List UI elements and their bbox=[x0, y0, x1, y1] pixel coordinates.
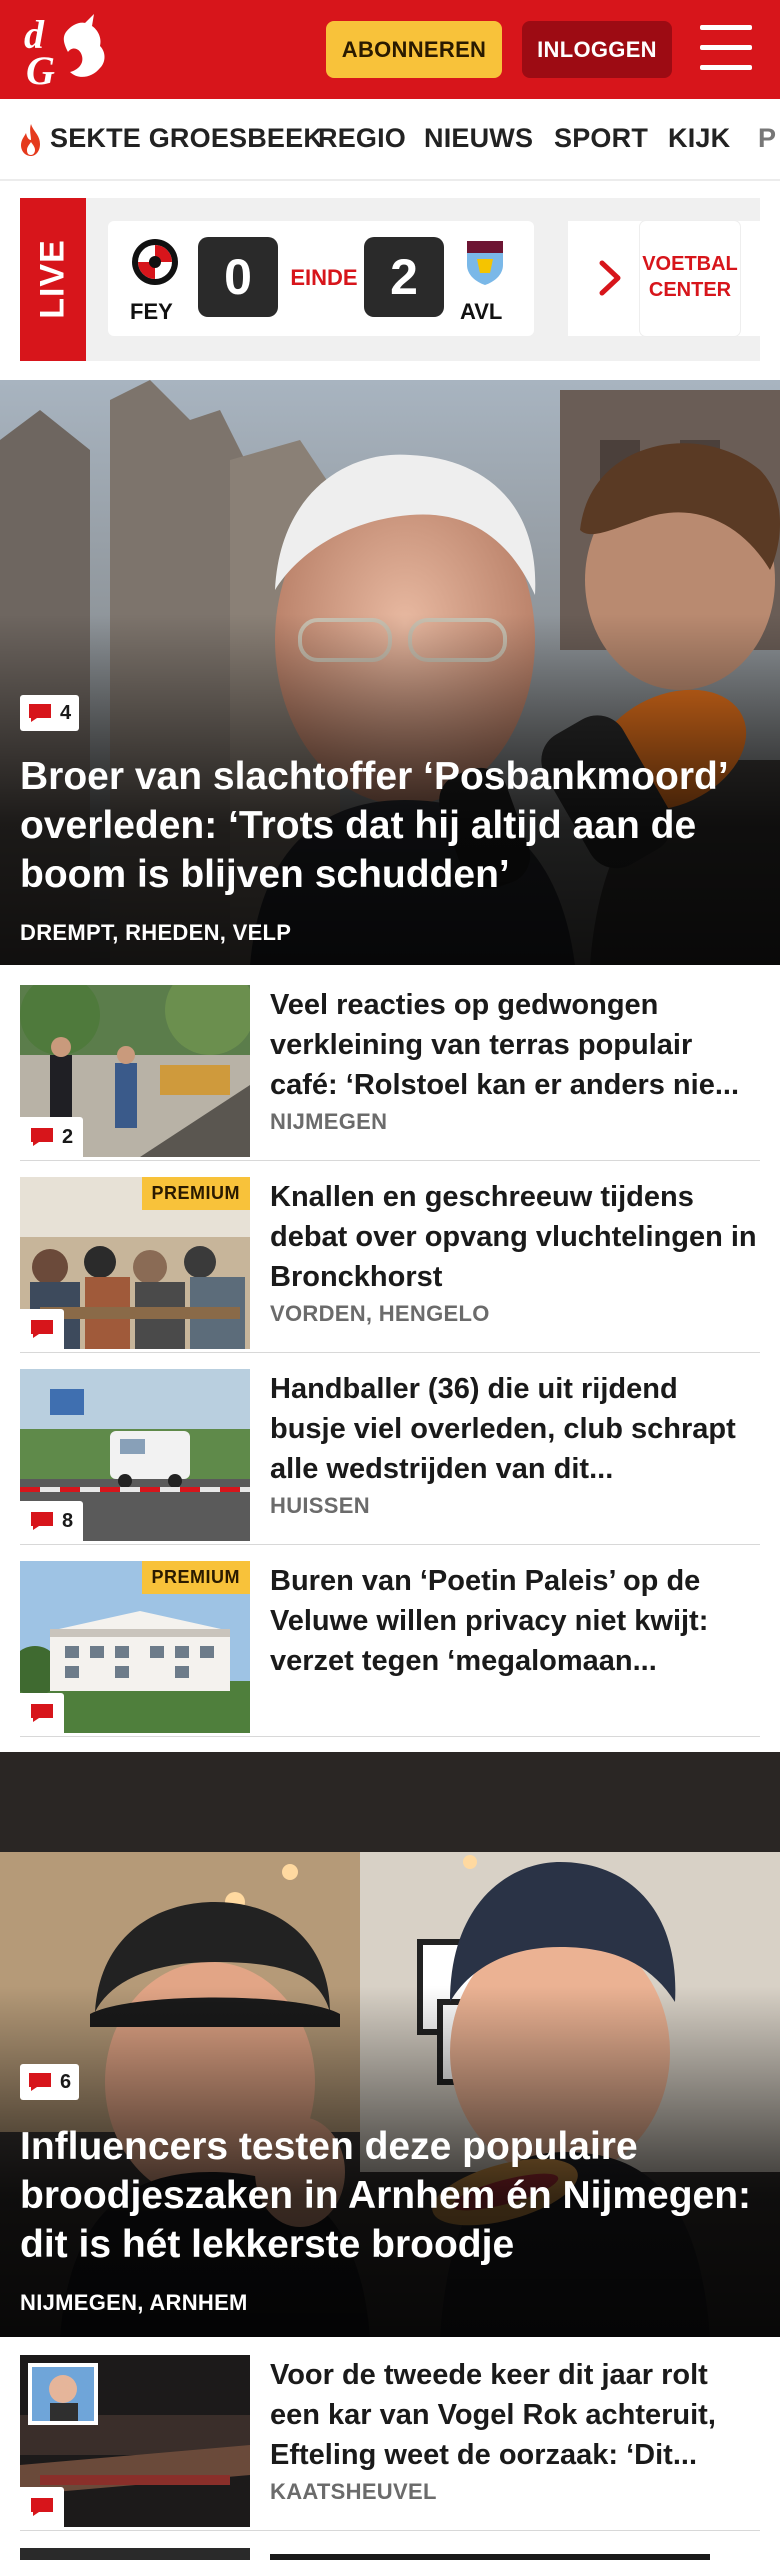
article-location: VORDEN, HENGELO bbox=[270, 1301, 490, 1326]
voetbal-center-line1: VOETBAL bbox=[642, 253, 738, 275]
flame-icon bbox=[21, 124, 40, 156]
article-thumbnail bbox=[20, 2355, 250, 2527]
list-item[interactable]: 8 Handballer (36) die uit rijdend busje … bbox=[20, 1369, 760, 1545]
hero-article-2[interactable]: 6 Influencers testen deze populaire broo… bbox=[0, 1752, 780, 2337]
nav-item-nieuws[interactable]: NIEUWS bbox=[424, 123, 533, 154]
article-location: NIJMEGEN bbox=[270, 1109, 388, 1134]
premium-badge: PREMIUM bbox=[141, 1177, 250, 1210]
match-status: EINDE bbox=[290, 265, 358, 290]
hero2-location: NIJMEGEN, ARNHEM bbox=[20, 2290, 248, 2315]
comment-bubble-icon bbox=[29, 2073, 51, 2091]
home-score: 0 bbox=[198, 237, 278, 317]
hero2-comment-count: 6 bbox=[60, 2070, 72, 2093]
article-location: KAATSHEUVEL bbox=[270, 2479, 437, 2504]
home-team-code: FEY bbox=[130, 299, 173, 324]
section-nav: SEKTE GROESBEEK REGIO NIEUWS SPORT KIJK … bbox=[0, 99, 780, 181]
feyenoord-crest-icon bbox=[132, 239, 178, 285]
comment-bubble-icon bbox=[31, 1128, 53, 1146]
article-thumbnail: 2 bbox=[20, 985, 250, 1157]
list-item[interactable]: Voor de tweede keer dit jaar rolt een ka… bbox=[20, 2355, 760, 2531]
comment-bubble-icon bbox=[31, 1512, 53, 1530]
live-score-bar: LIVE FEY 0 EINDE 2 AVL VOETBAL CENTER bbox=[20, 198, 760, 361]
aston-villa-crest-icon bbox=[467, 241, 503, 285]
article-title[interactable]: Veel reacties op gedwongen verkleining v… bbox=[270, 985, 760, 1105]
chevron-right-icon[interactable] bbox=[598, 259, 624, 297]
comment-badge[interactable]: 2 bbox=[20, 1117, 84, 1157]
hero2-comment-badge[interactable]: 6 bbox=[20, 2064, 80, 2100]
hero2-title[interactable]: Influencers testen deze populaire broodj… bbox=[20, 2122, 768, 2269]
top-header: d G ABONNEREN INLOGGEN bbox=[0, 0, 780, 99]
comment-badge[interactable] bbox=[20, 2487, 64, 2527]
article-thumbnail: PREMIUM bbox=[20, 1177, 250, 1349]
dg-logo-icon[interactable]: d G bbox=[22, 12, 114, 88]
nav-item-overflow[interactable]: P bbox=[758, 123, 776, 154]
login-button[interactable]: INLOGGEN bbox=[522, 21, 672, 78]
comment-bubble-icon bbox=[29, 704, 51, 722]
premium-badge: PREMIUM bbox=[141, 1561, 250, 1594]
match-score-card[interactable]: FEY 0 EINDE 2 AVL bbox=[108, 221, 534, 336]
comment-count: 8 bbox=[62, 1509, 74, 1532]
away-team-code: AVL bbox=[460, 299, 503, 324]
list-item[interactable]: 2 Veel reacties op gedwongen verkleining… bbox=[20, 985, 760, 1161]
svg-text:G: G bbox=[26, 48, 55, 88]
nav-item-sekte-groesbeek[interactable]: SEKTE GROESBEEK bbox=[50, 123, 323, 154]
article-thumbnail: PREMIUM bbox=[20, 1561, 250, 1733]
hero1-location: DREMPT, RHEDEN, VELP bbox=[20, 920, 292, 945]
hero1-comment-count: 4 bbox=[60, 701, 72, 724]
article-thumbnail: 8 bbox=[20, 1369, 250, 1541]
comment-bubble-icon bbox=[31, 1704, 53, 1722]
comment-badge[interactable]: 8 bbox=[20, 1501, 84, 1541]
subscribe-button[interactable]: ABONNEREN bbox=[326, 21, 502, 78]
list-item[interactable]: PREMIUM Knallen en geschreeuw tijdens de… bbox=[20, 1177, 760, 1353]
away-score: 2 bbox=[364, 237, 444, 317]
nav-item-regio[interactable]: REGIO bbox=[318, 123, 406, 154]
hero-article-1[interactable]: 4 Broer van slachtoffer ‘Posbankmoord’ o… bbox=[0, 380, 780, 965]
hero1-title[interactable]: Broer van slachtoffer ‘Posbankmoord’ ove… bbox=[20, 752, 768, 899]
comment-badge[interactable] bbox=[20, 1693, 64, 1733]
article-title[interactable]: Handballer (36) die uit rijdend busje vi… bbox=[270, 1369, 760, 1489]
voetbal-center-link[interactable]: VOETBAL CENTER bbox=[640, 221, 740, 336]
next-article-thumbnail-peek bbox=[20, 2548, 250, 2560]
article-title[interactable]: Buren van ‘Poetin Paleis’ op de Veluwe w… bbox=[270, 1561, 760, 1681]
comment-bubble-icon bbox=[31, 1320, 53, 1338]
live-label: LIVE bbox=[33, 239, 72, 319]
comment-count: 2 bbox=[62, 1125, 74, 1148]
nav-item-kijk[interactable]: KIJK bbox=[668, 123, 730, 154]
article-title[interactable]: Voor de tweede keer dit jaar rolt een ka… bbox=[270, 2355, 760, 2475]
live-tab: LIVE bbox=[20, 198, 86, 361]
voetbal-center-line2: CENTER bbox=[648, 279, 732, 301]
next-article-title-peek bbox=[270, 2546, 750, 2560]
hamburger-menu-icon[interactable] bbox=[700, 25, 752, 71]
hero1-comment-badge[interactable]: 4 bbox=[20, 695, 80, 731]
article-title[interactable]: Knallen en geschreeuw tijdens debat over… bbox=[270, 1177, 760, 1297]
list-item[interactable]: PREMIUM Buren van ‘Poetin Paleis’ op de … bbox=[20, 1561, 760, 1737]
comment-bubble-icon bbox=[31, 2498, 53, 2516]
article-location: HUISSEN bbox=[270, 1493, 370, 1518]
nav-item-sport[interactable]: SPORT bbox=[554, 123, 648, 154]
comment-badge[interactable] bbox=[20, 1309, 64, 1349]
